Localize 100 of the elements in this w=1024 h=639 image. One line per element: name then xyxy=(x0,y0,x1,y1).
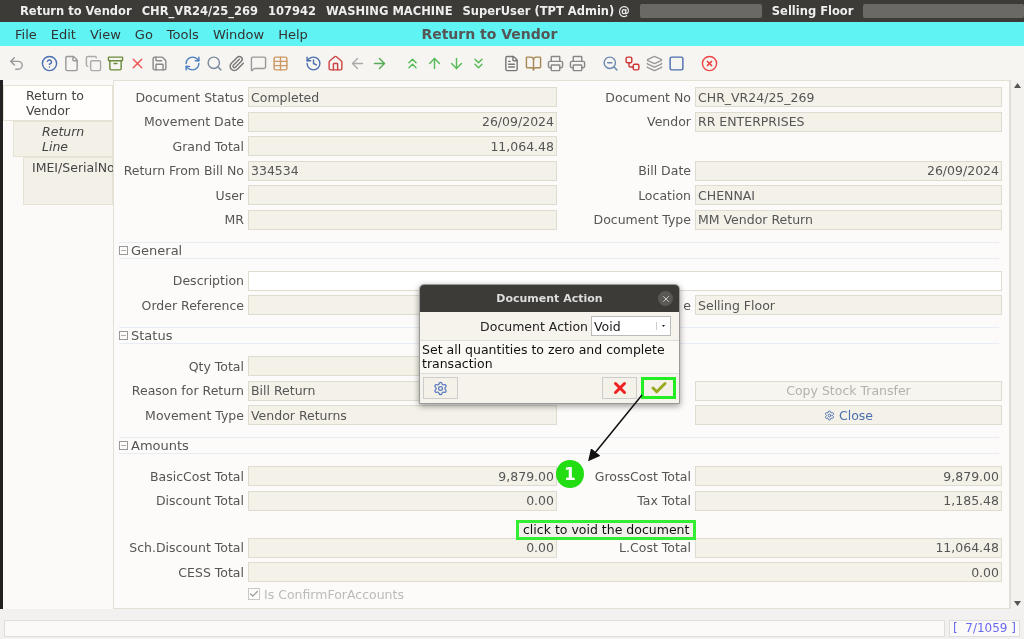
text-field[interactable]: RR ENTERPRISES xyxy=(695,111,1002,132)
close-icon xyxy=(660,293,671,304)
section-title: General xyxy=(131,242,183,258)
close-icon[interactable] xyxy=(701,54,718,72)
chat-icon[interactable] xyxy=(250,54,267,72)
text-field[interactable]: 26/09/2024 xyxy=(695,160,1002,181)
field-label: Document No xyxy=(605,89,691,105)
text-field[interactable]: Selling Floor xyxy=(695,295,1002,315)
collapse-icon[interactable] xyxy=(119,331,128,340)
text-field[interactable]: Vendor Returns xyxy=(248,405,557,425)
text-field[interactable]: 11,064.48 xyxy=(248,136,557,156)
field-label: Discount Total xyxy=(155,493,244,508)
field-label: L.Cost Total xyxy=(619,540,691,555)
ok-button[interactable] xyxy=(641,377,676,399)
menu-item[interactable]: Help xyxy=(271,26,315,42)
text-field[interactable] xyxy=(248,209,557,230)
text-field[interactable]: 26/09/2024 xyxy=(248,111,557,132)
menu-item[interactable]: File xyxy=(8,26,44,42)
action-description: Set all quantities to zero and complete transaction xyxy=(420,340,679,374)
window-title: CHR_VR24/25_269 xyxy=(141,4,259,18)
menu-item[interactable]: Window xyxy=(205,26,272,42)
gear-icon xyxy=(433,380,448,396)
square-icon[interactable] xyxy=(668,54,685,72)
window-title: Return to Vendor xyxy=(20,4,132,18)
printer-icon[interactable] xyxy=(569,54,586,72)
text-field[interactable]: CHR_VR24/25_269 xyxy=(695,87,1002,107)
field-label: Order Reference xyxy=(141,297,244,313)
text-field[interactable] xyxy=(248,185,557,205)
text-field[interactable]: CHENNAI xyxy=(695,185,1002,205)
history-icon[interactable] xyxy=(305,54,322,72)
collapse-icon[interactable] xyxy=(119,245,128,255)
field-label: BasicCost Total xyxy=(149,468,244,484)
refresh-icon[interactable] xyxy=(184,54,201,72)
menu-item[interactable]: View xyxy=(82,26,128,42)
section-title: Status xyxy=(131,328,173,343)
text-field[interactable]: 0.00 xyxy=(248,562,1002,582)
text-field[interactable]: 0.00 xyxy=(248,490,557,511)
table-icon[interactable] xyxy=(272,54,289,72)
text-field[interactable]: MM Vendor Return xyxy=(695,209,1002,230)
text-field[interactable]: 9,879.00 xyxy=(248,466,557,486)
field-label: GrossCost Total xyxy=(594,468,691,484)
field-label: Return From Bill No xyxy=(123,163,244,178)
book-icon[interactable] xyxy=(525,54,542,72)
screen-title: Return to Vendor xyxy=(421,26,558,42)
section-title: Amounts xyxy=(131,438,189,453)
action-dropdown[interactable]: Void xyxy=(591,316,671,336)
close-button[interactable]: Close xyxy=(695,405,1002,425)
tab[interactable]: Return Line xyxy=(13,121,113,157)
scroll-up-icon[interactable] xyxy=(1014,83,1021,88)
record-counter: [ 7/1059 ] xyxy=(948,620,1020,637)
save-icon[interactable] xyxy=(151,54,168,72)
checkbox-label: Is ConfirmForAccounts xyxy=(264,586,404,602)
zoom-icon[interactable] xyxy=(602,54,619,72)
text-field[interactable]: 11,064.48 xyxy=(695,537,1002,558)
menu-item[interactable]: Edit xyxy=(43,26,83,42)
workflow-icon[interactable] xyxy=(624,54,641,72)
search-icon[interactable] xyxy=(206,54,223,72)
text-field[interactable]: 334534 xyxy=(248,160,557,181)
window-title: 107942 xyxy=(268,4,317,18)
printer-icon[interactable] xyxy=(547,54,564,72)
tab[interactable]: Return to Vendor xyxy=(3,85,113,121)
field-label: User xyxy=(215,187,244,203)
field-label: Vendor xyxy=(647,114,691,129)
menu-item[interactable]: Go xyxy=(127,26,160,42)
field-label: MR xyxy=(224,212,244,227)
field-label: Description xyxy=(172,273,244,288)
menu-item[interactable]: Tools xyxy=(159,26,206,42)
undo-icon[interactable] xyxy=(8,54,25,72)
new-document-icon[interactable] xyxy=(63,54,80,72)
scroll-down-icon[interactable] xyxy=(1014,601,1021,606)
text-field[interactable]: Completed xyxy=(248,87,557,107)
copy-icon[interactable] xyxy=(85,54,102,72)
archive-icon[interactable] xyxy=(107,54,124,72)
report-icon[interactable] xyxy=(503,54,520,72)
text-field[interactable] xyxy=(248,270,1002,291)
settings-button[interactable] xyxy=(423,377,458,399)
field-label: e xyxy=(683,297,691,313)
field-label: Sch.Discount Total xyxy=(129,540,244,555)
help-icon[interactable] xyxy=(41,54,58,72)
window-title: Selling Floor xyxy=(771,4,854,18)
field-label: Movement Type xyxy=(145,407,244,423)
field-label: CESS Total xyxy=(178,564,244,580)
field-label: Location xyxy=(638,187,691,203)
text-field[interactable]: 1,185.48 xyxy=(695,490,1002,511)
tab[interactable]: IMEI/SerialNo xyxy=(23,157,113,205)
field-label: Document Status xyxy=(135,89,244,105)
field-label: Document Type xyxy=(593,212,691,227)
dialog-title: Document Action xyxy=(496,292,603,305)
text-field[interactable]: 9,879.00 xyxy=(695,466,1002,486)
close-button[interactable] xyxy=(658,291,673,306)
field-label: Grand Total xyxy=(172,138,244,154)
field-label: Tax Total xyxy=(637,493,691,508)
text-field[interactable]: 0.00 xyxy=(248,537,557,558)
hint-tooltip: click to void the document xyxy=(516,520,697,540)
paperclip-icon[interactable] xyxy=(228,54,245,72)
field-label: Movement Date xyxy=(143,114,244,129)
home-icon[interactable] xyxy=(327,54,344,72)
cancel-button[interactable] xyxy=(602,377,637,399)
layers-icon[interactable] xyxy=(646,54,663,72)
collapse-icon[interactable] xyxy=(119,441,128,450)
